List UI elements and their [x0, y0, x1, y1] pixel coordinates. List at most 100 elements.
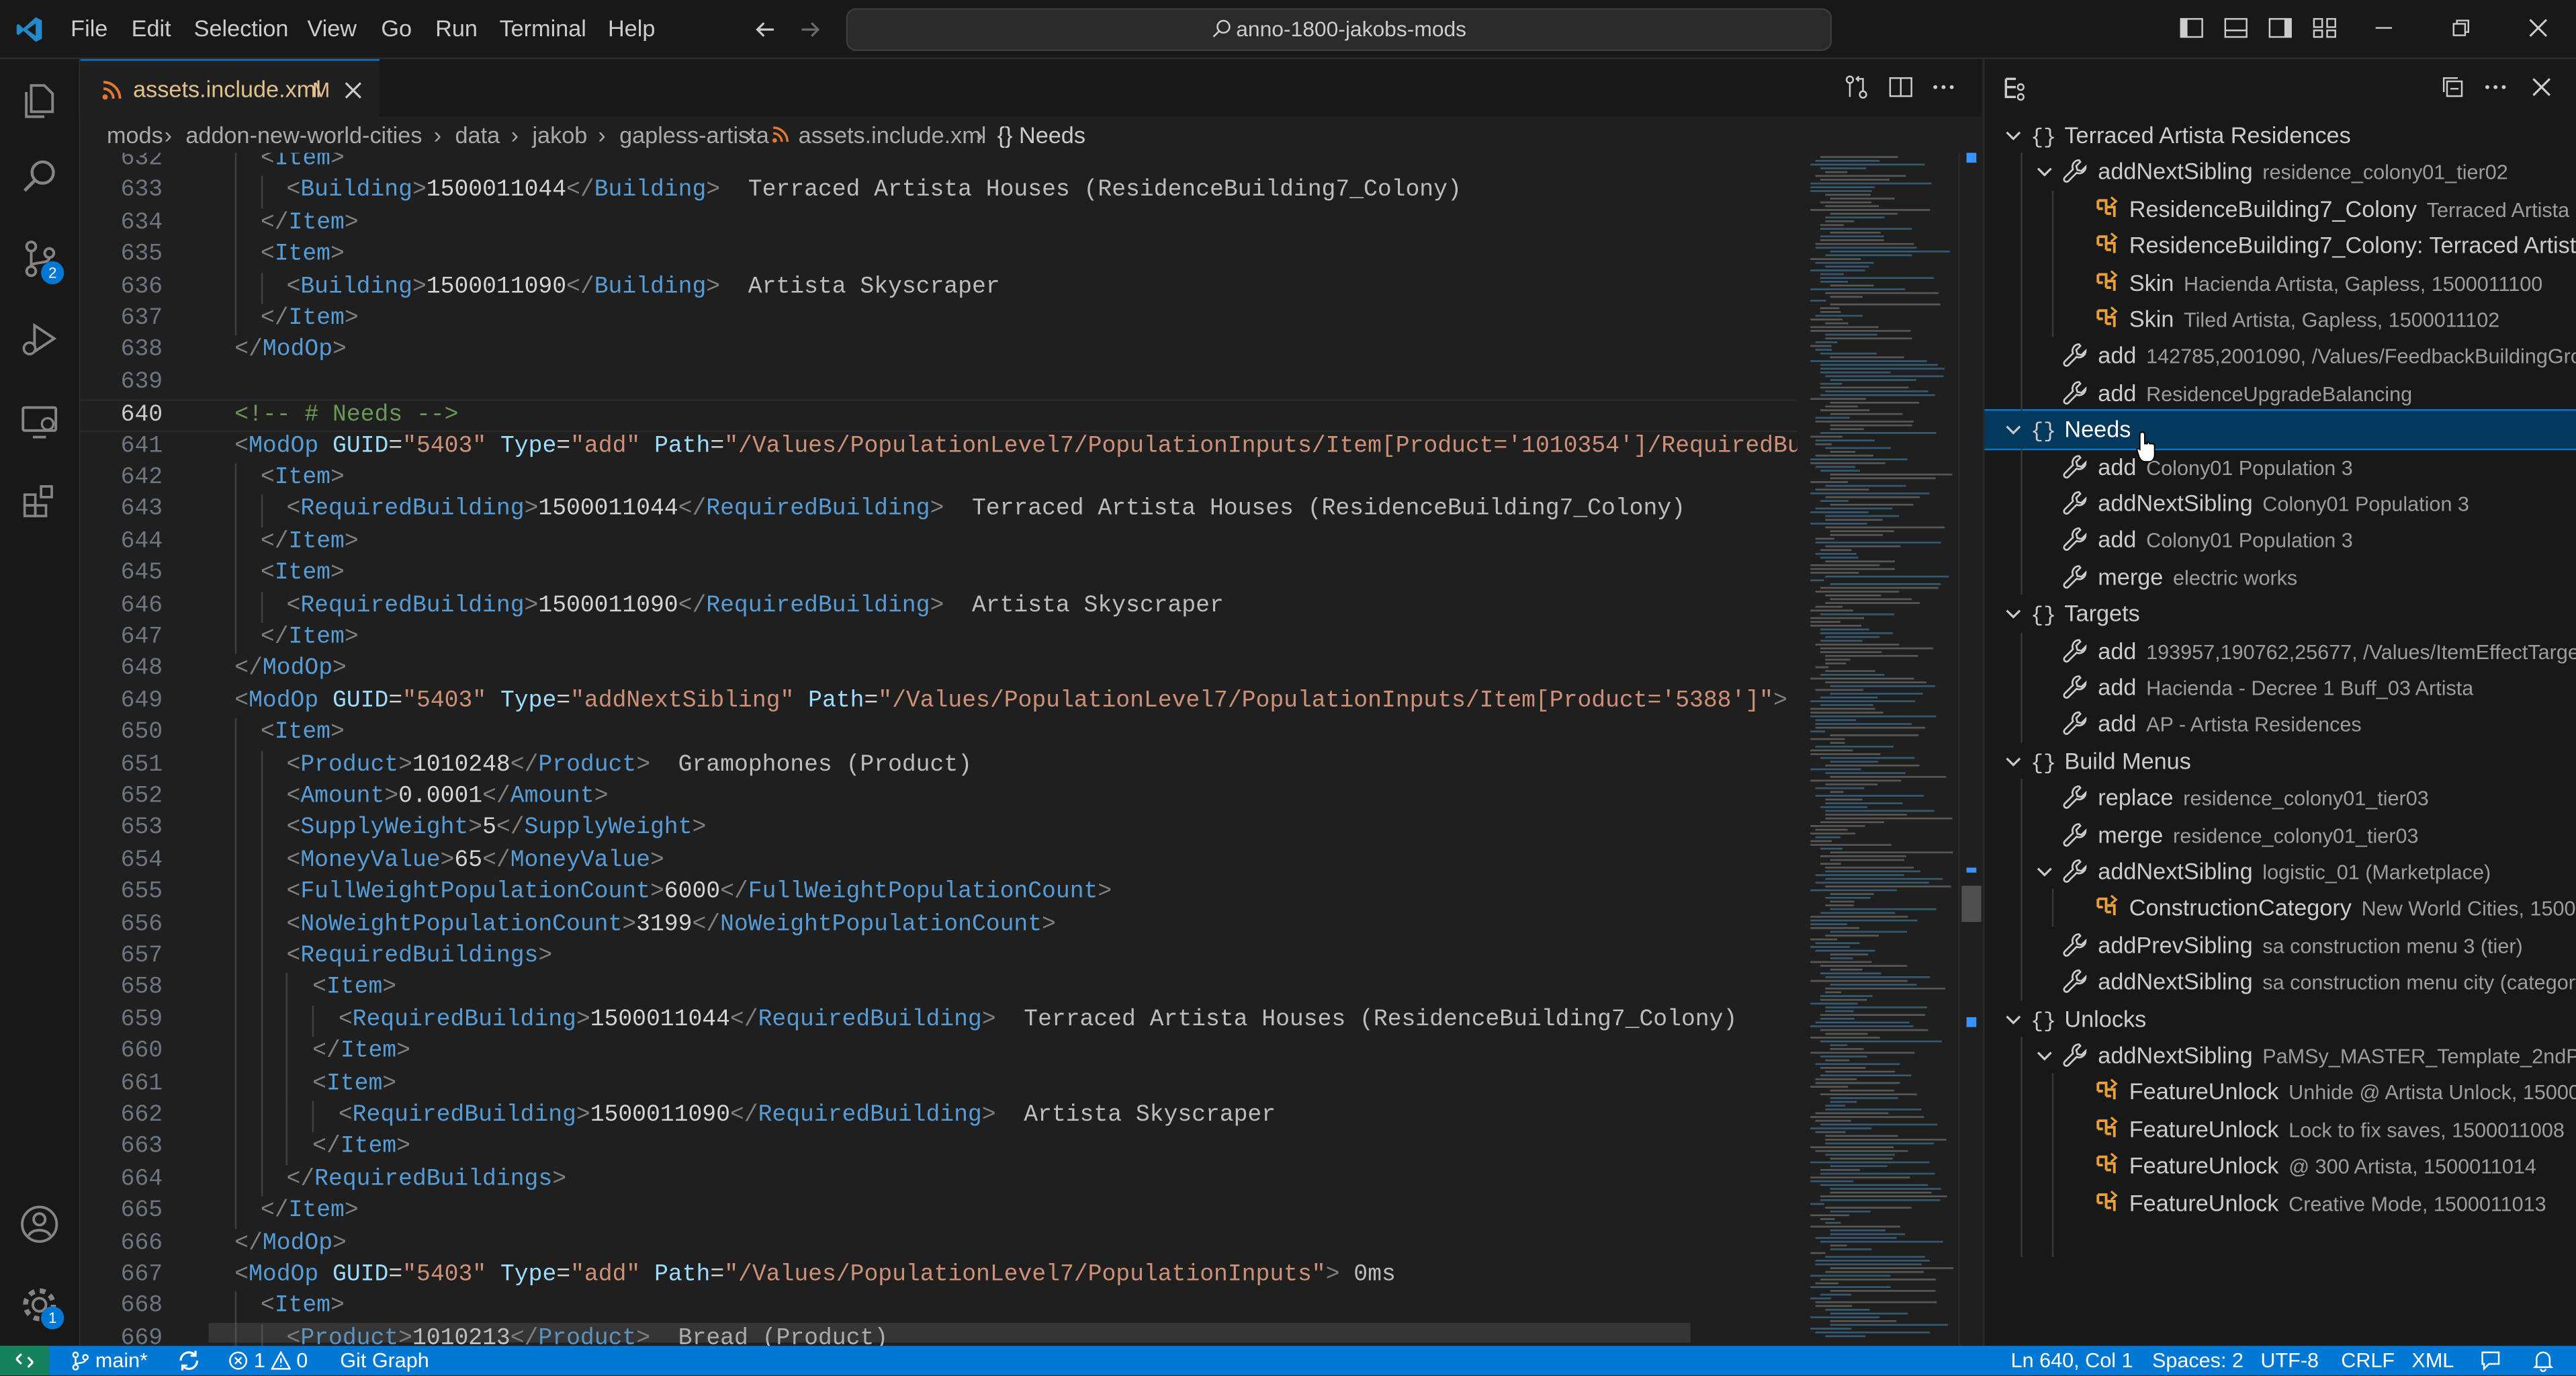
forward-arrow-icon[interactable] — [797, 16, 823, 42]
outline-item[interactable]: add Colony01 Population 3 — [1985, 448, 2576, 485]
code-line[interactable]: 653 <SupplyWeight>5</SupplyWeight> — [81, 814, 1797, 847]
toggle-primary-sidebar-icon[interactable] — [2178, 15, 2205, 41]
chevron-down-icon[interactable] — [2032, 1040, 2055, 1077]
outline-item[interactable]: ResidenceBuilding7_Colony Terraced Artist… — [1985, 190, 2576, 227]
code-line[interactable]: 650 <Item> — [81, 718, 1797, 750]
outline-item[interactable]: add 193957,190762,25677, /Values/ItemEffe… — [1985, 632, 2576, 669]
code-line[interactable]: 660 </Item> — [81, 1037, 1797, 1070]
menu-run[interactable]: Run — [435, 0, 478, 58]
split-editor-icon[interactable] — [1887, 74, 1914, 100]
chevron-down-icon[interactable] — [2001, 746, 2024, 783]
code-line[interactable]: 665 </Item> — [81, 1197, 1797, 1229]
cursor-position[interactable]: Ln 640, Col 1 — [2011, 1346, 2133, 1375]
outline-item[interactable]: add Hacienda - Decree 1 Buff_03 Artista — [1985, 669, 2576, 705]
line-ending[interactable]: CRLF — [2341, 1346, 2395, 1375]
outline-item[interactable]: Skin Tiled Artista, Gapless, 1500011102 — [1985, 301, 2576, 338]
menu-help[interactable]: Help — [608, 0, 655, 58]
explorer-icon[interactable] — [18, 77, 61, 120]
code-line[interactable]: 663 </Item> — [81, 1133, 1797, 1165]
breadcrumb-item[interactable]: data — [455, 117, 500, 153]
code-line[interactable]: 633 <Building>1500011044</Building> Terra… — [81, 176, 1797, 209]
code-line[interactable]: 666 </ModOp> — [81, 1228, 1797, 1260]
outline-item[interactable]: addNextSibling PaMSy_MASTER_Template_2ndP… — [1985, 1037, 2576, 1074]
indentation[interactable]: Spaces: 2 — [2152, 1346, 2244, 1375]
code-line[interactable]: 634 </Item> — [81, 208, 1797, 241]
close-window-icon[interactable] — [2527, 16, 2550, 39]
outline-item[interactable]: addNextSibling sa construction menu city … — [1985, 963, 2576, 1000]
code-line[interactable]: 649 <ModOp GUID="5403" Type="addNextSibli… — [81, 687, 1797, 718]
outline-item[interactable]: add Colony01 Population 3 — [1985, 521, 2576, 558]
minimap[interactable] — [1797, 153, 1962, 1346]
breadcrumb-item[interactable]: jakob — [532, 117, 587, 153]
toggle-secondary-sidebar-icon[interactable] — [2267, 15, 2293, 41]
code-line[interactable]: 657 <RequiredBuildings> — [81, 941, 1797, 974]
back-arrow-icon[interactable] — [752, 16, 779, 42]
outline-item[interactable]: merge electric works — [1985, 558, 2576, 595]
code-line[interactable]: 642 <Item> — [81, 463, 1797, 496]
remote-indicator[interactable] — [0, 1346, 50, 1376]
code-line[interactable]: 664 </RequiredBuildings> — [81, 1164, 1797, 1197]
outline-item[interactable]: FeatureUnlock @ 300 Artista, 1500011014 — [1985, 1148, 2576, 1185]
code-line[interactable]: 655 <FullWeightPopulationCount>6000</Full… — [81, 877, 1797, 910]
breadcrumb-symbol[interactable]: {} Needs — [997, 117, 1085, 153]
outline-item[interactable]: replace residence_colony01_tier03 — [1985, 779, 2576, 816]
close-tab-icon[interactable] — [343, 81, 363, 100]
code-line[interactable]: 651 <Product>1010248</Product> Gramophone… — [81, 750, 1797, 783]
code-line[interactable]: 632 <Item> — [81, 153, 1797, 177]
code-editor[interactable]: 632 <Item> 633 <Building>1500011044</Buildi… — [80, 153, 1797, 1346]
menu-selection[interactable]: Selection — [194, 0, 289, 58]
outline-item[interactable]: addNextSibling residence_colony01_tier02 — [1985, 153, 2576, 190]
menu-edit[interactable]: Edit — [132, 0, 171, 58]
code-line[interactable]: 643 <RequiredBuilding>1500011044</Require… — [81, 495, 1797, 527]
outline-item[interactable]: {} Unlocks — [1985, 1000, 2576, 1037]
scrollbar-thumb[interactable] — [1961, 886, 1982, 922]
outline-item[interactable]: {} Build Menus — [1985, 742, 2576, 779]
chevron-down-icon[interactable] — [2001, 1003, 2024, 1040]
search-view-icon[interactable] — [18, 155, 61, 198]
code-line[interactable]: 656 <NoWeightPopulationCount>3199</NoWeig… — [81, 909, 1797, 942]
code-line[interactable]: 668 <Item> — [81, 1292, 1797, 1324]
outline-item[interactable]: {} Needs — [1984, 409, 2576, 450]
outline-item[interactable]: addNextSibling logistic_01 (Marketplace) — [1985, 853, 2576, 890]
code-line[interactable]: 662 <RequiredBuilding>1500011090</Require… — [81, 1101, 1797, 1133]
run-debug-icon[interactable] — [18, 317, 61, 360]
outline-item[interactable]: add ResidenceUpgradeBalancing — [1985, 374, 2576, 411]
outline-item[interactable]: FeatureUnlock Creative Mode, 1500011013 — [1985, 1184, 2576, 1221]
outline-item[interactable]: merge residence_colony01_tier03 — [1985, 816, 2576, 853]
language-mode[interactable]: XML — [2411, 1346, 2454, 1375]
chevron-down-icon[interactable] — [2032, 856, 2055, 893]
breadcrumb-item[interactable]: assets.include.xml — [799, 117, 987, 153]
menu-go[interactable]: Go — [381, 0, 412, 58]
sync-button[interactable] — [177, 1346, 200, 1375]
menu-view[interactable]: View — [307, 0, 357, 58]
remote-explorer-icon[interactable] — [18, 399, 61, 442]
chevron-down-icon[interactable] — [2001, 120, 2024, 157]
code-line[interactable]: 658 <Item> — [81, 973, 1797, 1006]
git-graph-button[interactable]: Git Graph — [340, 1346, 429, 1375]
editor-tab[interactable]: assets.include.xml M — [80, 59, 380, 119]
outline-view-icon[interactable] — [2002, 76, 2032, 102]
code-line[interactable]: 645 <Item> — [81, 559, 1797, 591]
code-line[interactable]: 654 <MoneyValue>65</MoneyValue> — [81, 846, 1797, 878]
feedback-button[interactable] — [2479, 1346, 2502, 1375]
toggle-panel-icon[interactable] — [2223, 15, 2249, 41]
source-control-button[interactable]: 2 — [18, 236, 64, 285]
code-line[interactable]: 667 <ModOp GUID="5403" Type="add" Path="/… — [81, 1260, 1797, 1292]
outline-item[interactable]: ConstructionCategory New World Cities, 15… — [1985, 890, 2576, 927]
more-actions-icon[interactable] — [1930, 74, 1957, 100]
code-line[interactable]: 641 <ModOp GUID="5403" Type="add" Path="/… — [81, 431, 1797, 463]
code-line[interactable]: 646 <RequiredBuilding>1500011090</Require… — [81, 591, 1797, 623]
open-changes-icon[interactable] — [1843, 74, 1869, 100]
outline-item[interactable]: FeatureUnlock Unhide @ Artista Unlock, 15… — [1985, 1074, 2576, 1111]
outline-item[interactable]: add 142785,2001090, /Values/FeedbackBuild… — [1985, 337, 2576, 374]
chevron-down-icon[interactable] — [2001, 415, 2024, 452]
outline-item[interactable]: addPrevSibling sa construction menu 3 (ti… — [1985, 927, 2576, 963]
chevron-down-icon[interactable] — [2032, 157, 2055, 194]
outline-item[interactable]: Skin Hacienda Artista, Gapless, 150001110… — [1985, 264, 2576, 301]
code-line[interactable]: 648 </ModOp> — [81, 654, 1797, 686]
problems-indicator[interactable]: 1 0 — [228, 1346, 308, 1375]
collapse-all-icon[interactable] — [2440, 74, 2466, 100]
code-line[interactable]: 639 — [81, 368, 1797, 399]
more-actions-icon[interactable] — [2483, 74, 2509, 100]
outline-item[interactable]: addNextSibling Colony01 Population 3 — [1985, 485, 2576, 522]
